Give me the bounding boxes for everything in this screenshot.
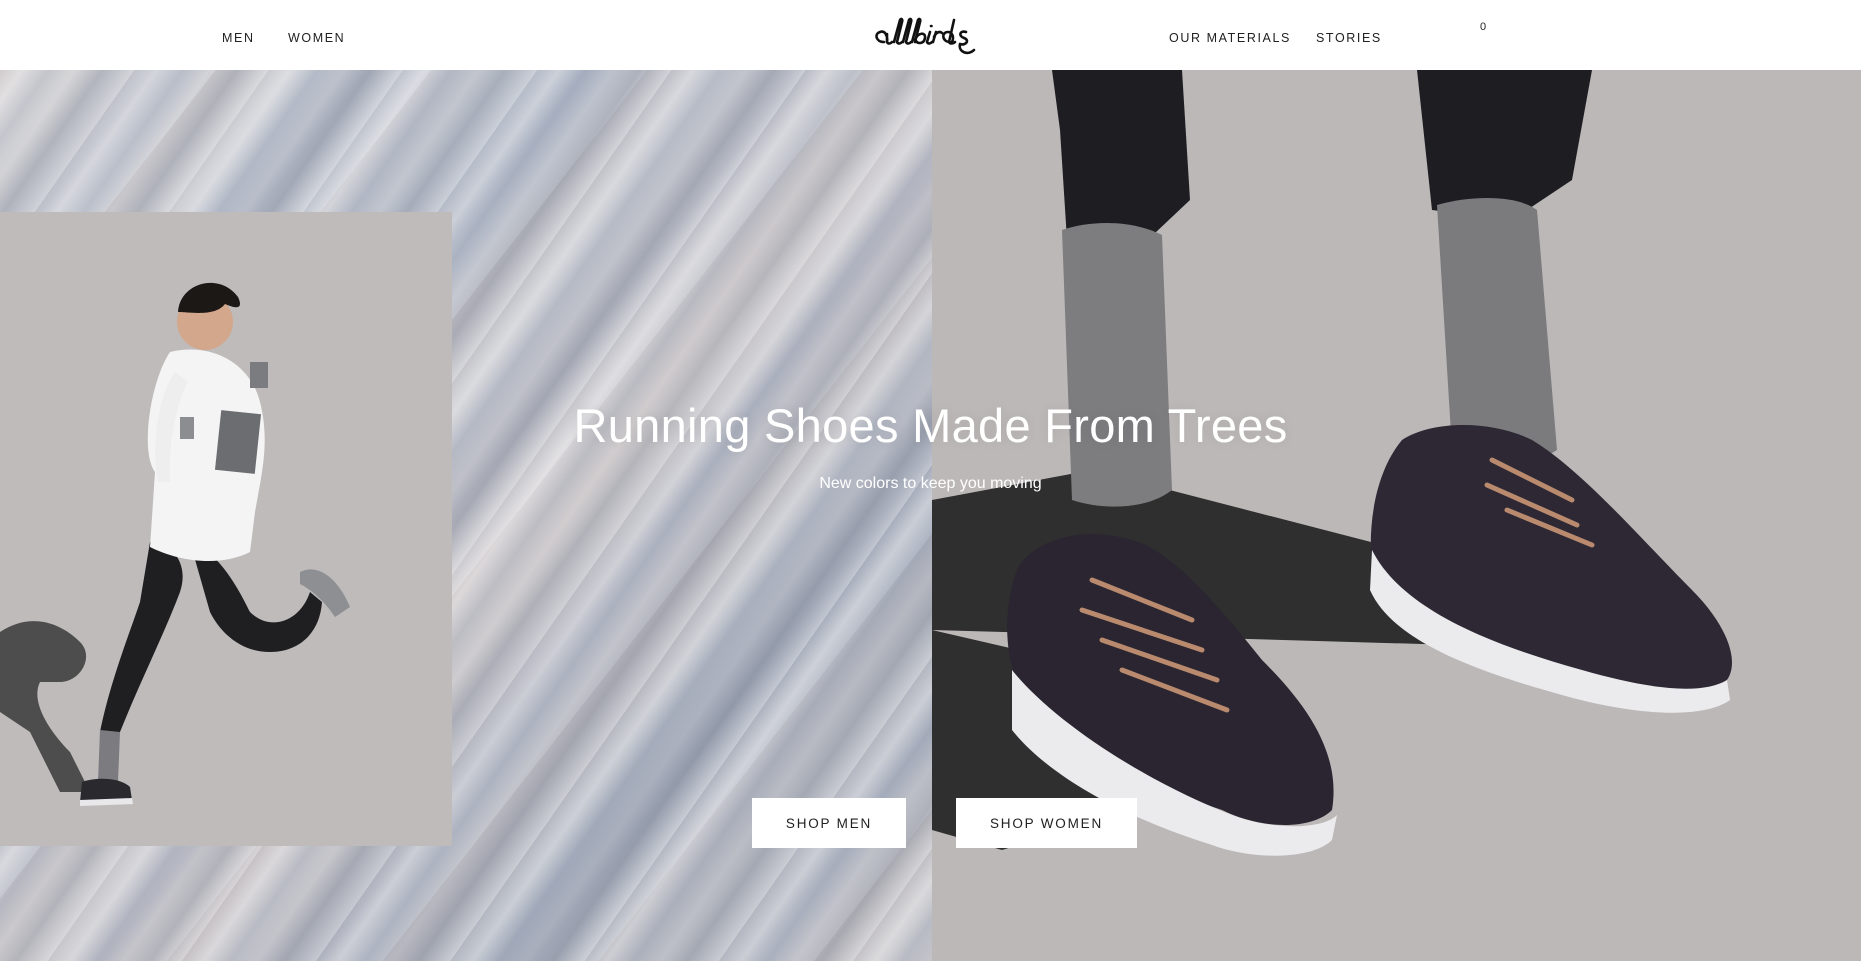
shop-women-button[interactable]: SHOP WOMEN [956, 798, 1137, 848]
site-header: MEN WOMEN allbirds OUR MATERIALS STORIES… [0, 0, 1861, 70]
allbirds-logo[interactable]: allbirds [870, 14, 994, 58]
cart-count: 0 [1480, 21, 1487, 33]
nav-stories-link[interactable]: STORIES [1316, 31, 1382, 45]
hero-subheading: New colors to keep you moving [819, 475, 1042, 492]
nav-women-link[interactable]: WOMEN [288, 31, 345, 45]
nav-men-link[interactable]: MEN [222, 31, 255, 45]
runner-photo-panel [0, 212, 452, 846]
hero-banner: Running Shoes Made From Trees New colors… [0, 70, 1861, 961]
hero-heading: Running Shoes Made From Trees [573, 399, 1288, 452]
runner-illustration [0, 282, 350, 806]
nav-our-materials-link[interactable]: OUR MATERIALS [1169, 31, 1291, 45]
shop-men-button[interactable]: SHOP MEN [752, 798, 906, 848]
